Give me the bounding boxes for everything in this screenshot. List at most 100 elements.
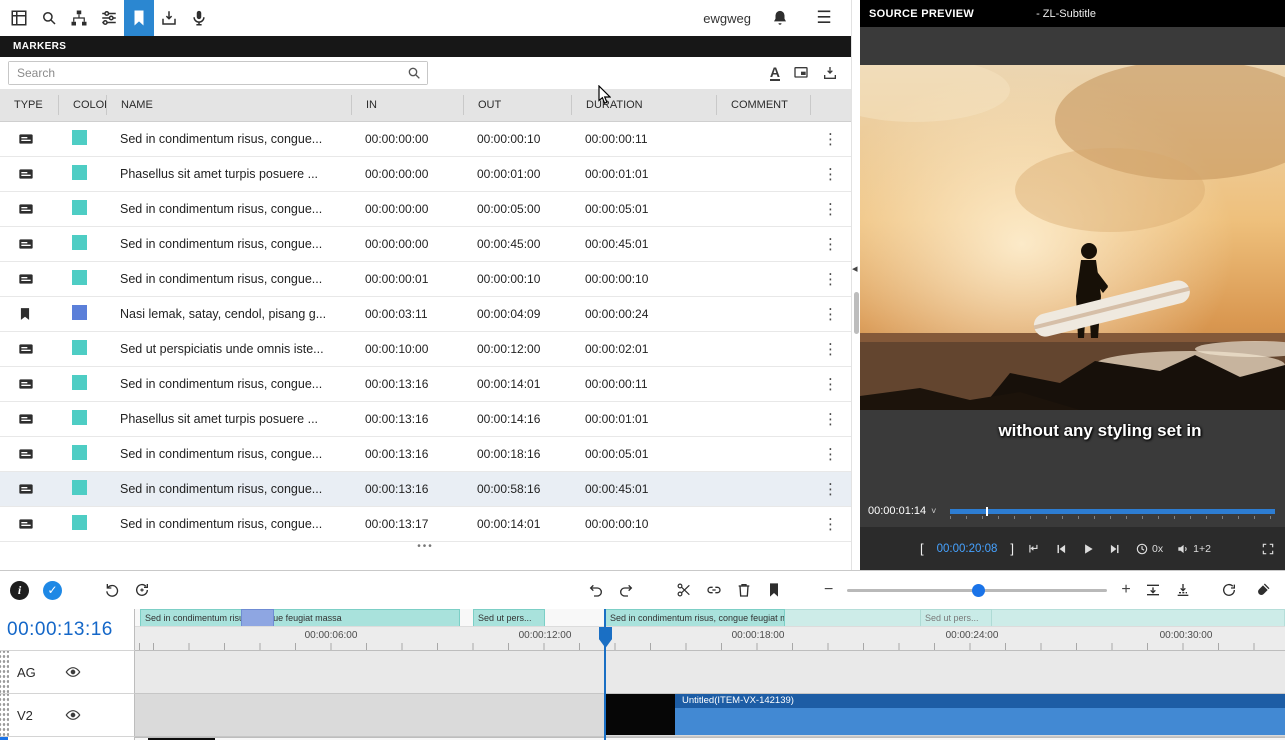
color-swatch[interactable] [72, 235, 87, 250]
add-marker-icon[interactable] [766, 582, 782, 598]
video-preview[interactable] [860, 65, 1285, 410]
insert-clip-icon[interactable] [1145, 582, 1161, 598]
marker-row[interactable]: Phasellus sit amet turpis posuere ...00:… [0, 157, 851, 192]
row-menu-button[interactable]: ⋮ [810, 200, 851, 218]
chevron-down-icon[interactable]: ˅ [931, 506, 936, 516]
scrub-bar[interactable] [950, 509, 1275, 514]
track-drag-handle[interactable] [0, 651, 9, 693]
row-menu-button[interactable]: ⋮ [810, 340, 851, 358]
color-swatch[interactable] [72, 410, 87, 425]
marker-row[interactable]: Sed in condimentum risus, congue...00:00… [0, 262, 851, 297]
picture-in-picture-icon[interactable] [793, 65, 809, 81]
subtitle-track-strip[interactable]: Sed in condimentum risus, congue feugiat… [135, 609, 1285, 627]
visibility-eye-icon[interactable] [65, 707, 81, 723]
color-swatch[interactable] [72, 480, 87, 495]
column-header-name[interactable]: NAME [106, 95, 351, 115]
column-header-in[interactable]: IN [351, 95, 463, 115]
fullscreen-icon[interactable] [1261, 542, 1275, 556]
search-submit-icon[interactable] [406, 65, 422, 81]
row-menu-button[interactable]: ⋮ [810, 375, 851, 393]
next-frame-icon[interactable] [1108, 542, 1122, 556]
export-icon[interactable] [154, 0, 184, 36]
panel-resize-handle[interactable]: ••• [0, 542, 851, 556]
column-header-duration[interactable]: DURATION [571, 95, 716, 115]
color-swatch[interactable] [72, 340, 87, 355]
visibility-eye-icon[interactable] [65, 664, 81, 680]
panel-layout-icon[interactable] [4, 0, 34, 36]
approve-icon[interactable]: ✓ [43, 581, 62, 600]
undo-icon[interactable] [588, 582, 604, 598]
zoom-slider-knob[interactable] [972, 584, 985, 597]
reset-icon[interactable] [104, 582, 120, 598]
marker-row[interactable]: Sed in condimentum risus, congue...00:00… [0, 507, 851, 542]
notifications-icon[interactable] [765, 0, 795, 36]
row-menu-button[interactable]: ⋮ [810, 515, 851, 533]
info-icon[interactable]: i [10, 581, 29, 600]
row-menu-button[interactable]: ⋮ [810, 130, 851, 148]
refresh-icon[interactable] [1221, 582, 1237, 598]
redo-icon[interactable] [618, 582, 634, 598]
microphone-icon[interactable] [184, 0, 214, 36]
track-drag-handle[interactable] [0, 694, 9, 736]
zoom-slider[interactable] [847, 589, 1107, 592]
track-header-v2[interactable]: V2 [0, 694, 135, 737]
mark-in-button[interactable]: [ [920, 541, 924, 556]
zoom-in-button[interactable]: + [1121, 582, 1130, 598]
zoom-out-button[interactable]: − [824, 582, 833, 598]
collapse-panel-icon[interactable]: ◂ [852, 262, 858, 275]
color-swatch[interactable] [72, 270, 87, 285]
marker-row[interactable]: Sed in condimentum risus, congue...00:00… [0, 192, 851, 227]
subtitle-clip[interactable]: Sed ut pers... [920, 609, 992, 627]
overwrite-clip-icon[interactable] [1175, 582, 1191, 598]
color-swatch[interactable] [72, 200, 87, 215]
marker-row[interactable]: Phasellus sit amet turpis posuere ...00:… [0, 402, 851, 437]
color-swatch[interactable] [72, 130, 87, 145]
subtitle-clip[interactable] [241, 609, 274, 627]
subtitle-clip[interactable]: Sed in condimentum risus, congue feugiat… [605, 609, 785, 627]
scrub-playhead[interactable] [986, 507, 988, 516]
delete-icon[interactable] [736, 582, 752, 598]
menu-icon[interactable]: ☰ [809, 0, 839, 36]
prev-frame-icon[interactable] [1054, 542, 1068, 556]
color-swatch[interactable] [72, 515, 87, 530]
playback-speed-control[interactable]: 0x [1135, 542, 1163, 556]
audio-channels-control[interactable]: 1+2 [1176, 542, 1211, 556]
row-menu-button[interactable]: ⋮ [810, 235, 851, 253]
import-icon[interactable] [822, 65, 838, 81]
row-menu-button[interactable]: ⋮ [810, 270, 851, 288]
marker-row[interactable]: Sed in condimentum risus, congue...00:00… [0, 437, 851, 472]
marker-row[interactable]: Sed in condimentum risus, congue...00:00… [0, 227, 851, 262]
subtitle-clip[interactable]: Sed in condimentum risus, congue feugiat… [140, 609, 460, 627]
cut-icon[interactable] [676, 582, 692, 598]
column-header-type[interactable]: TYPE [0, 95, 58, 115]
workflow-icon[interactable] [64, 0, 94, 36]
column-header-color[interactable]: COLOR [58, 95, 106, 115]
scrollbar-thumb[interactable] [854, 292, 859, 334]
track-header-ag[interactable]: AG [0, 651, 135, 694]
cleanup-icon[interactable] [1255, 582, 1271, 598]
marker-row[interactable]: Sed ut perspiciatis unde omnis iste...00… [0, 332, 851, 367]
marker-row[interactable]: Sed in condimentum risus, congue...00:00… [0, 472, 851, 507]
row-menu-button[interactable]: ⋮ [810, 410, 851, 428]
play-icon[interactable] [1081, 542, 1095, 556]
timeline-ruler[interactable]: 00:00:06:0000:00:12:0000:00:18:0000:00:2… [135, 627, 1285, 651]
link-icon[interactable] [706, 582, 722, 598]
text-style-icon[interactable]: A [770, 65, 780, 81]
row-menu-button[interactable]: ⋮ [810, 305, 851, 323]
marker-row[interactable]: Nasi lemak, satay, cendol, pisang g...00… [0, 297, 851, 332]
row-menu-button[interactable]: ⋮ [810, 480, 851, 498]
search-input[interactable] [9, 62, 427, 84]
sync-add-icon[interactable] [134, 582, 150, 598]
color-swatch[interactable] [72, 375, 87, 390]
track-v2-lane[interactable]: Untitled(ITEM-VX-142139) [135, 694, 1285, 737]
color-swatch[interactable] [72, 165, 87, 180]
color-swatch[interactable] [72, 305, 87, 320]
mark-out-button[interactable]: ] [1010, 541, 1014, 556]
search-icon[interactable] [34, 0, 64, 36]
goto-in-icon[interactable] [1027, 542, 1041, 556]
marker-row[interactable]: Sed in condimentum risus, congue...00:00… [0, 122, 851, 157]
column-header-out[interactable]: OUT [463, 95, 571, 115]
marker-row[interactable]: Sed in condimentum risus, congue...00:00… [0, 367, 851, 402]
markers-tool-icon[interactable] [124, 0, 154, 36]
row-menu-button[interactable]: ⋮ [810, 445, 851, 463]
